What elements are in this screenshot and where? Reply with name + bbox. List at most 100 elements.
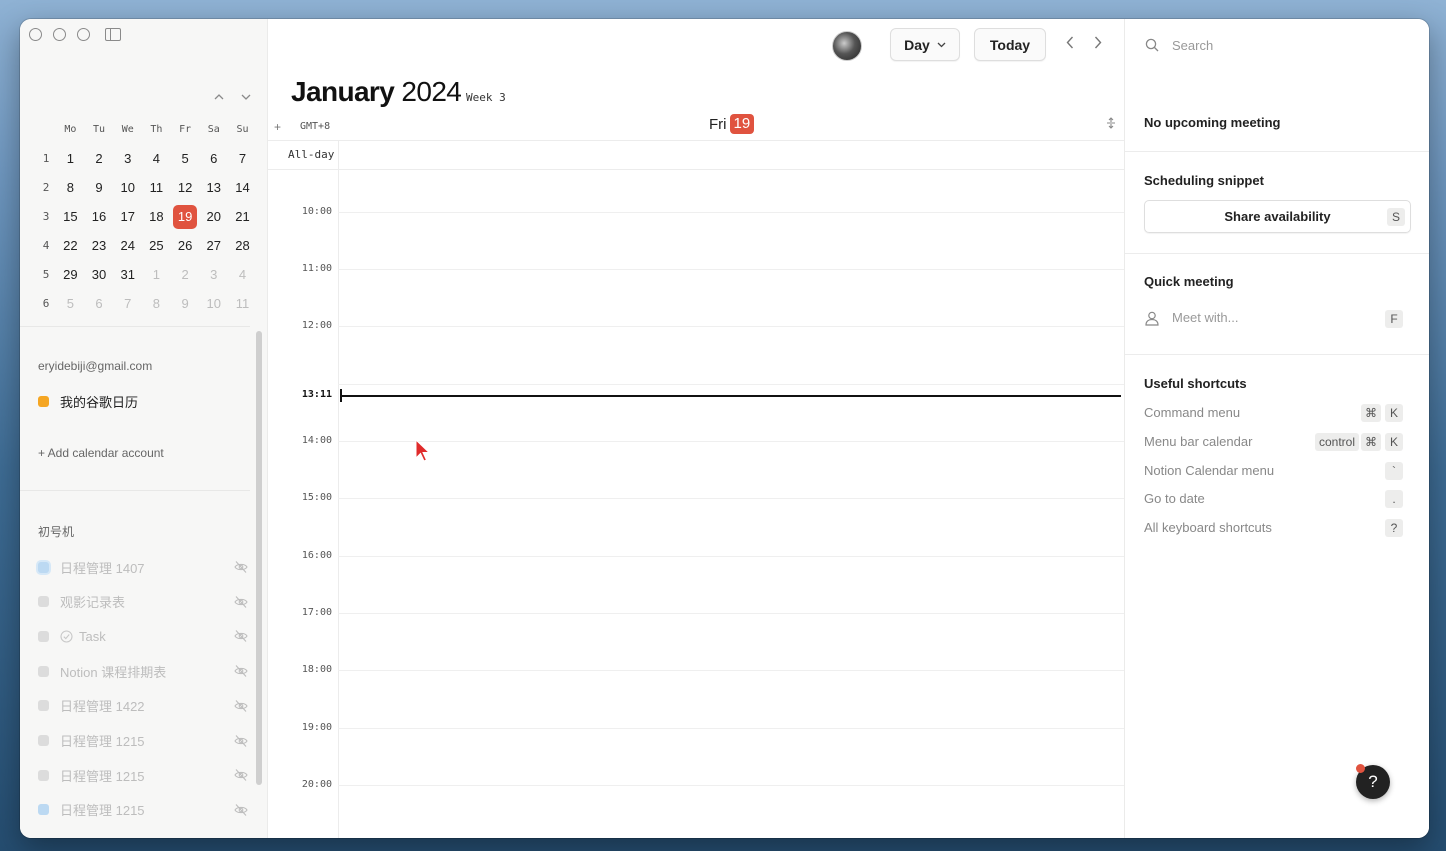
calendar-item-hidden[interactable]: Notion 课程排期表 <box>38 661 248 681</box>
avatar[interactable] <box>832 31 862 61</box>
week-number[interactable]: 4 <box>36 239 56 252</box>
mini-calendar-day[interactable]: 27 <box>199 234 228 258</box>
mini-calendar-day[interactable]: 14 <box>228 176 257 200</box>
mini-calendar-today[interactable]: 19 <box>171 204 200 229</box>
chevron-down-icon[interactable] <box>236 86 256 106</box>
mini-calendar-day[interactable]: 17 <box>113 205 142 229</box>
today-button[interactable]: Today <box>974 28 1046 61</box>
eye-off-icon[interactable] <box>234 699 248 713</box>
eye-off-icon[interactable] <box>234 560 248 574</box>
mini-calendar-day[interactable]: 25 <box>142 234 171 258</box>
week-number[interactable]: 3 <box>36 210 56 223</box>
mini-calendar-day[interactable]: 3 <box>199 263 228 287</box>
calendar-label: 我的谷歌日历 <box>60 394 139 410</box>
mini-calendar-day[interactable]: 10 <box>199 292 228 316</box>
mini-calendar-day[interactable]: 7 <box>113 292 142 316</box>
calendar-item-hidden[interactable]: Task <box>38 626 248 646</box>
mini-calendar-day[interactable]: 26 <box>171 234 200 258</box>
mini-calendar-day[interactable]: 4 <box>228 263 257 287</box>
add-timezone-icon[interactable]: + <box>274 120 281 134</box>
mini-calendar-day[interactable]: 3 <box>113 147 142 171</box>
calendar-item-hidden[interactable]: 日程管理 1215 <box>38 731 248 751</box>
mini-calendar-day[interactable]: 8 <box>56 176 85 200</box>
mini-calendar-day[interactable]: 23 <box>85 234 114 258</box>
shortcut-item[interactable]: Menu bar calendar K ⌘ control <box>1144 432 1411 452</box>
shortcut-item[interactable]: All keyboard shortcuts? <box>1144 518 1411 538</box>
mini-calendar-day[interactable]: 6 <box>199 147 228 171</box>
mini-calendar-day[interactable]: 18 <box>142 205 171 229</box>
mini-calendar-day[interactable]: 24 <box>113 234 142 258</box>
mini-calendar-day[interactable]: 1 <box>142 263 171 287</box>
day-number: 11 <box>235 295 250 311</box>
day-number: 8 <box>152 295 161 311</box>
search-input[interactable]: Search <box>1172 38 1213 53</box>
mini-calendar-day[interactable]: 31 <box>113 263 142 287</box>
week-number[interactable]: 2 <box>36 181 56 194</box>
mini-calendar-day[interactable]: 7 <box>228 147 257 171</box>
shortcut-item[interactable]: Command menu K ⌘ <box>1144 403 1411 423</box>
mini-calendar-day[interactable]: 22 <box>56 234 85 258</box>
mini-calendar-day[interactable]: 6 <box>85 292 114 316</box>
calendar-item-hidden[interactable]: 日程管理 1407 <box>38 557 248 577</box>
mini-calendar-day[interactable]: 8 <box>142 292 171 316</box>
sidebar-scrollbar[interactable] <box>256 331 262 785</box>
shortcut-key: ? <box>1385 519 1403 538</box>
mini-calendar-day[interactable]: 16 <box>85 205 114 229</box>
weekday-header: Fr <box>179 123 192 135</box>
share-availability-button[interactable]: Share availability <box>1144 200 1411 233</box>
calendar-item-primary[interactable]: 我的谷歌日历 <box>38 391 248 411</box>
mini-calendar-day[interactable]: 10 <box>113 176 142 200</box>
chevron-up-icon[interactable] <box>209 86 229 106</box>
close-window-button[interactable] <box>29 28 42 41</box>
zoom-window-button[interactable] <box>77 28 90 41</box>
notification-dot <box>1356 764 1365 773</box>
search-icon[interactable] <box>1145 38 1159 57</box>
weekday-header: Mo <box>64 123 77 135</box>
expand-icon[interactable] <box>1106 116 1116 132</box>
mini-calendar-day[interactable]: 21 <box>228 205 257 229</box>
hour-grid-line <box>338 212 1124 213</box>
mini-calendar-day[interactable]: 9 <box>85 176 114 200</box>
mini-calendar-day[interactable]: 29 <box>56 263 85 287</box>
eye-off-icon[interactable] <box>234 629 248 643</box>
meet-with-input[interactable]: Meet with... F <box>1144 309 1411 329</box>
calendar-item-hidden[interactable]: 日程管理 1215 <box>38 765 248 785</box>
previous-icon[interactable] <box>1066 36 1074 53</box>
mini-calendar-day[interactable]: 30 <box>85 263 114 287</box>
page-title: January 2024 <box>291 76 462 108</box>
mini-calendar-day[interactable]: 2 <box>171 263 200 287</box>
eye-off-icon[interactable] <box>234 595 248 609</box>
eye-off-icon[interactable] <box>234 803 248 817</box>
mini-calendar-day[interactable]: 9 <box>171 292 200 316</box>
mini-calendar-day[interactable]: 2 <box>85 147 114 171</box>
add-calendar-account-button[interactable]: + Add calendar account <box>38 446 164 460</box>
sidebar-toggle-icon[interactable] <box>105 28 121 41</box>
mini-calendar-day[interactable]: 12 <box>171 176 200 200</box>
mini-calendar-day[interactable]: 20 <box>199 205 228 229</box>
next-icon[interactable] <box>1094 36 1102 53</box>
week-number[interactable]: 6 <box>36 297 56 310</box>
mini-calendar-day[interactable]: 28 <box>228 234 257 258</box>
mini-calendar-day[interactable]: 1 <box>56 147 85 171</box>
eye-off-icon[interactable] <box>234 664 248 678</box>
week-number[interactable]: 1 <box>36 152 56 165</box>
calendar-item-hidden[interactable]: 日程管理 1422 <box>38 696 248 716</box>
mini-calendar-day[interactable]: 15 <box>56 205 85 229</box>
view-select-button[interactable]: Day <box>890 28 960 61</box>
day-header[interactable]: Fri 19 <box>709 114 755 134</box>
mini-calendar-day[interactable]: 11 <box>228 292 257 316</box>
mini-calendar-day[interactable]: 5 <box>56 292 85 316</box>
eye-off-icon[interactable] <box>234 734 248 748</box>
calendar-item-hidden[interactable]: 日程管理 1215 <box>38 800 248 820</box>
mini-calendar-day[interactable]: 5 <box>171 147 200 171</box>
minimize-window-button[interactable] <box>53 28 66 41</box>
shortcut-item[interactable]: Go to date. <box>1144 489 1411 509</box>
calendar-item-hidden[interactable]: 观影记录表 <box>38 592 248 612</box>
mini-calendar-day[interactable]: 13 <box>199 176 228 200</box>
week-number[interactable]: 5 <box>36 268 56 281</box>
mini-calendar: Mo Tu We Th Fr Sa Su 1 1 2 3 4 5 6 7 2 8 9 10 11 12 13 14 3 15 16… <box>36 115 257 318</box>
mini-calendar-day[interactable]: 4 <box>142 147 171 171</box>
shortcut-item[interactable]: Notion Calendar menu ` <box>1144 461 1411 481</box>
mini-calendar-day[interactable]: 11 <box>142 176 171 200</box>
eye-off-icon[interactable] <box>234 768 248 782</box>
